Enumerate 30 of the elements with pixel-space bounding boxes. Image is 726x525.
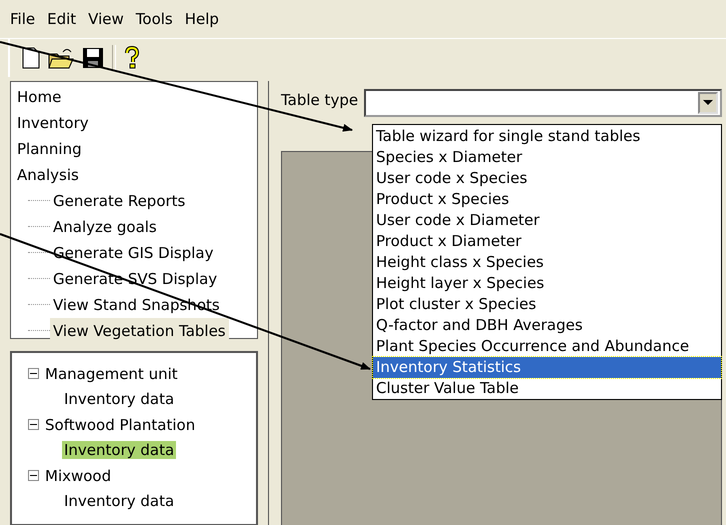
menu-item[interactable]: File: [6, 10, 40, 28]
tree-item[interactable]: Mixwood: [43, 466, 114, 485]
navigation-item[interactable]: Home: [14, 84, 64, 110]
tree-item[interactable]: Inventory data: [62, 441, 176, 460]
help-icon[interactable]: [124, 46, 140, 70]
dropdown-option[interactable]: Inventory Statistics: [373, 357, 721, 378]
menu-item[interactable]: Tools: [132, 10, 177, 28]
collapse-icon[interactable]: [28, 368, 39, 380]
tree-item[interactable]: Inventory data: [62, 390, 176, 408]
caret-icon: [703, 100, 713, 106]
table-type-label: Table type: [281, 90, 358, 109]
navigation-item[interactable]: Analysis: [14, 162, 82, 188]
folder-icon[interactable]: [48, 47, 74, 69]
new-document-icon[interactable]: [22, 47, 40, 69]
collapse-icon[interactable]: [28, 470, 39, 482]
menu-item[interactable]: Edit: [43, 10, 80, 28]
navigation-item[interactable]: Generate Reports: [50, 188, 188, 214]
menu-item[interactable]: Help: [180, 10, 223, 28]
menu-item[interactable]: View: [84, 10, 128, 28]
navigation-item[interactable]: Analyze goals: [50, 214, 160, 240]
table-type-dropdown[interactable]: [364, 89, 722, 117]
tree-item[interactable]: Management unit: [43, 364, 180, 383]
navigation-item[interactable]: Planning: [14, 136, 85, 162]
collapse-icon[interactable]: [28, 419, 39, 430]
navigation-item[interactable]: Inventory: [14, 110, 92, 136]
navigation-item[interactable]: Generate GIS Display: [50, 240, 216, 266]
tree-item[interactable]: Inventory data: [62, 492, 176, 510]
navigation-item[interactable]: Generate SVS Display: [50, 266, 220, 292]
tree-item[interactable]: Softwood Plantation: [43, 416, 198, 434]
dropdown-button[interactable]: [698, 92, 718, 114]
